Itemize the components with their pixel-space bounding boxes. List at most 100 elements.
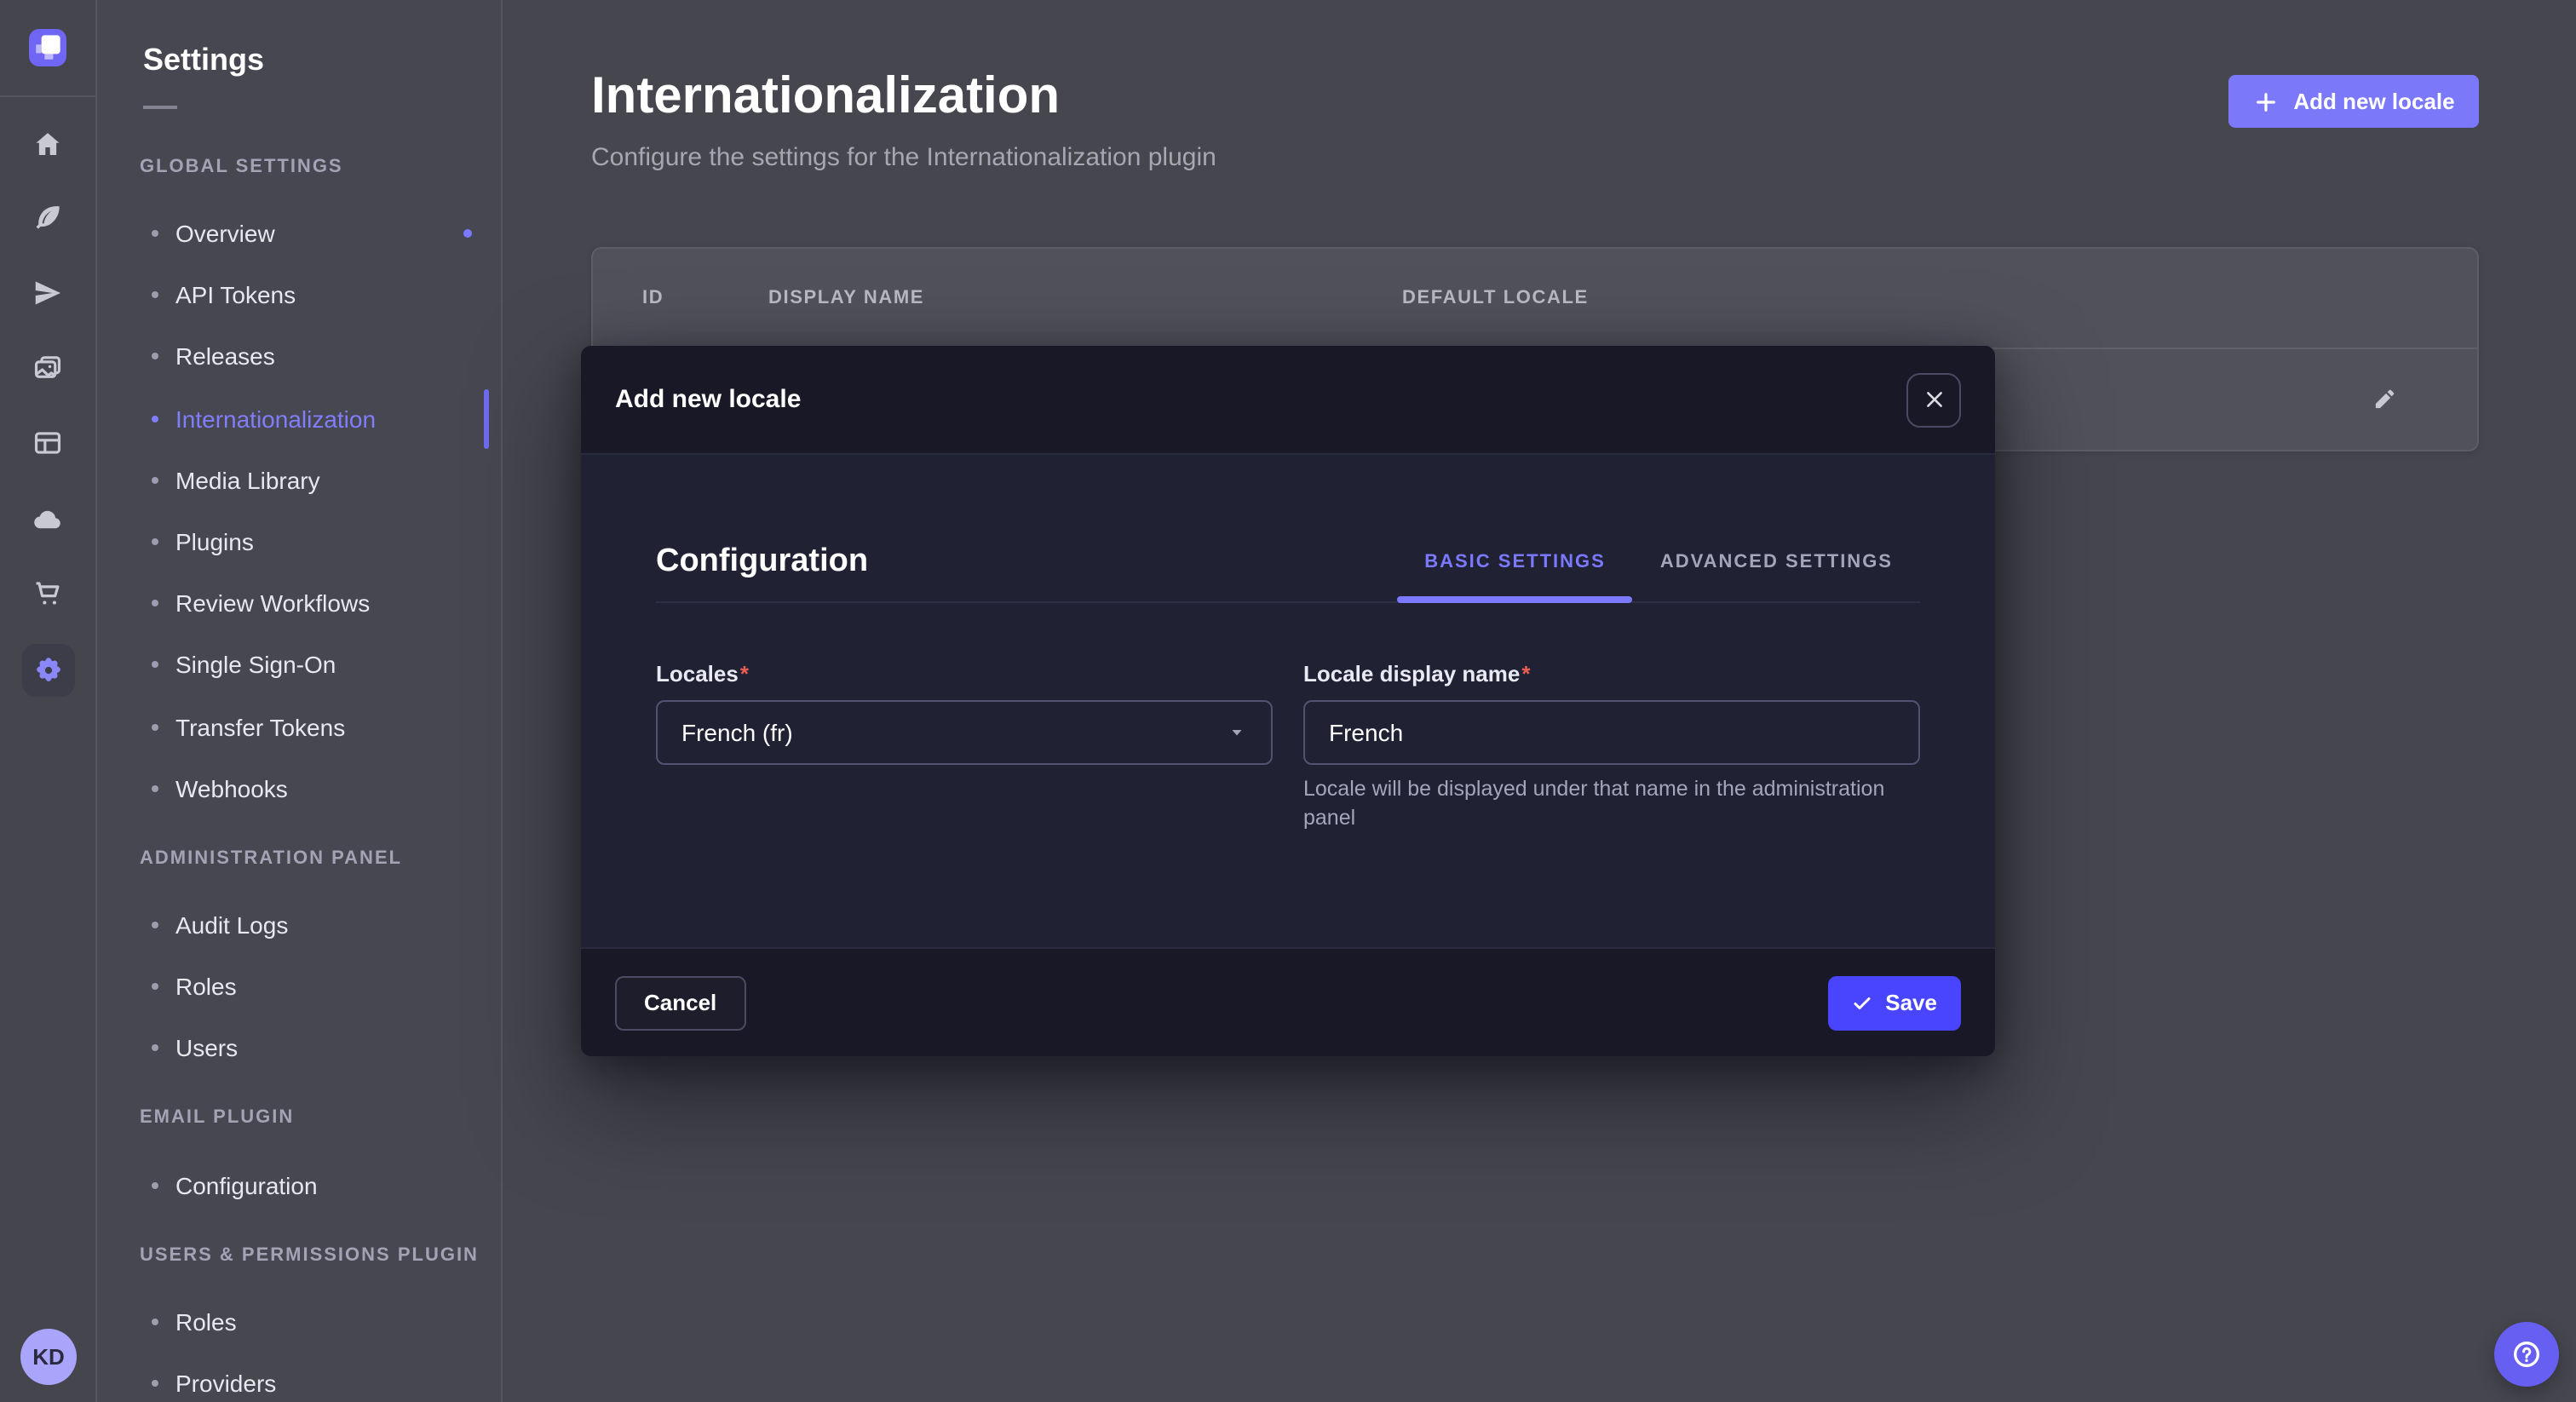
close-icon [1923, 388, 1945, 411]
display-name-input[interactable] [1303, 700, 1920, 765]
locales-select-value: French (fr) [681, 719, 793, 746]
sidebar-item-roles[interactable]: Roles [97, 1290, 501, 1352]
settings-tabs: BASIC SETTINGS ADVANCED SETTINGS [1397, 542, 1920, 583]
bullet-icon [152, 477, 158, 484]
locales-field: Locales* French (fr) [656, 661, 1273, 833]
required-asterisk: * [740, 661, 749, 687]
cancel-button[interactable]: Cancel [615, 975, 745, 1030]
feather-icon[interactable] [32, 202, 64, 234]
app-window: KD Settings GLOBAL SETTINGSOverviewAPI T… [0, 0, 2576, 1402]
display-name-hint: Locale will be displayed under that name… [1303, 775, 1920, 833]
sidebar-item-roles[interactable]: Roles [97, 956, 501, 1017]
sidebar-item-label: Releases [175, 343, 275, 371]
sidebar-item-single-sign-on[interactable]: Single Sign-On [97, 635, 501, 696]
sidebar-item-label: Transfer Tokens [175, 713, 345, 740]
sidebar-title: Settings [97, 0, 501, 78]
nav-section-email-plugin: EMAIL PLUGIN [97, 1100, 501, 1137]
save-label: Save [1885, 990, 1937, 1015]
sidebar-item-users[interactable]: Users [97, 1018, 501, 1079]
bullet-icon [152, 415, 158, 422]
nav-section-items: RolesProviders [97, 1290, 501, 1402]
add-new-locale-label: Add new locale [2293, 89, 2454, 114]
sidebar-item-label: API Tokens [175, 282, 296, 309]
bullet-icon [152, 785, 158, 792]
configuration-heading: Configuration [656, 543, 868, 581]
avatar[interactable]: KD [20, 1329, 77, 1385]
sidebar-item-label: Review Workflows [175, 589, 370, 617]
sidebar-item-api-tokens[interactable]: API Tokens [97, 264, 501, 325]
tab-advanced-settings[interactable]: ADVANCED SETTINGS [1633, 542, 1920, 583]
settings-gear-icon[interactable] [22, 644, 75, 697]
nav-section-items: Overview API Tokens Releases Internationali… [97, 203, 501, 819]
nav-section-items: Audit Logs Roles Users [97, 894, 501, 1079]
nav-section-items: Configuration [97, 1154, 501, 1215]
column-header-default-locale: DEFAULT LOCALE [1402, 288, 1589, 308]
help-button[interactable] [2494, 1322, 2559, 1387]
edit-locale-button[interactable] [2365, 381, 2402, 418]
icon-rail: KD [0, 0, 97, 1402]
locales-label: Locales* [656, 661, 1273, 688]
sidebar-item-releases[interactable]: Releases [97, 326, 501, 388]
sidebar-item-label: Configuration [175, 1171, 318, 1198]
strapi-logo-icon [29, 29, 66, 66]
required-asterisk: * [1521, 661, 1530, 687]
cart-icon[interactable] [32, 577, 64, 609]
sidebar-item-media-library[interactable]: Media Library [97, 450, 501, 511]
modal-header: Add new locale [581, 346, 1995, 455]
sidebar-item-label: Overview [175, 220, 275, 247]
send-icon[interactable] [32, 277, 64, 309]
plus-icon [2252, 88, 2280, 115]
bullet-icon [152, 1181, 158, 1188]
bullet-icon [152, 1380, 158, 1387]
modal-body: Configuration BASIC SETTINGS ADVANCED SE… [581, 542, 1995, 833]
page-subtitle: Configure the settings for the Internati… [591, 143, 1216, 172]
nav-section-users-permissions-plugin: USERS & PERMISSIONS PLUGIN [97, 1236, 501, 1273]
nav-section-administration-panel: ADMINISTRATION PANEL [97, 840, 501, 877]
sidebar-item-providers[interactable]: Providers [97, 1353, 501, 1402]
sidebar-item-label: Audit Logs [175, 911, 288, 939]
tabs-divider [656, 601, 1920, 603]
display-name-field: Locale display name* Locale will be disp… [1303, 661, 1920, 833]
locales-select[interactable]: French (fr) [656, 700, 1273, 765]
table-header-row: ID DISPLAY NAME DEFAULT LOCALE [593, 249, 2477, 349]
sidebar-item-plugins[interactable]: Plugins [97, 511, 501, 572]
sidebar-item-review-workflows[interactable]: Review Workflows [97, 572, 501, 634]
notification-dot [463, 229, 472, 238]
sidebar-item-configuration[interactable]: Configuration [97, 1154, 501, 1215]
cloud-icon[interactable] [32, 503, 64, 536]
bullet-icon [152, 723, 158, 730]
display-name-label: Locale display name* [1303, 661, 1920, 688]
edit-icon [2371, 387, 2396, 412]
active-indicator [484, 388, 489, 448]
sidebar-item-audit-logs[interactable]: Audit Logs [97, 894, 501, 956]
save-button[interactable]: Save [1827, 975, 1961, 1030]
bullet-icon [152, 353, 158, 360]
bullet-icon [152, 983, 158, 990]
modal-footer: Cancel Save [581, 947, 1995, 1056]
strapi-logo[interactable] [29, 29, 66, 66]
sidebar-item-label: Users [175, 1035, 238, 1062]
bullet-icon [152, 292, 158, 299]
sidebar-item-label: Plugins [175, 528, 254, 555]
add-new-locale-button[interactable]: Add new locale [2228, 75, 2479, 128]
tab-basic-settings[interactable]: BASIC SETTINGS [1397, 542, 1633, 583]
sidebar-item-overview[interactable]: Overview [97, 203, 501, 264]
images-icon[interactable] [32, 352, 64, 384]
bullet-icon [152, 230, 158, 237]
close-button[interactable] [1906, 372, 1961, 427]
sidebar-item-webhooks[interactable]: Webhooks [97, 757, 501, 819]
sidebar-item-internationalization[interactable]: Internationalization [97, 388, 501, 449]
check-icon [1851, 992, 1872, 1013]
add-locale-modal: Add new locale Configuration BASIC SETTI… [581, 346, 1995, 1056]
sidebar-item-label: Media Library [175, 467, 320, 494]
help-icon [2510, 1337, 2544, 1371]
rail-divider [0, 95, 95, 97]
sidebar-item-label: Roles [175, 973, 237, 1000]
column-header-display-name: DISPLAY NAME [768, 288, 924, 308]
layout-icon[interactable] [32, 427, 64, 459]
bullet-icon [152, 1045, 158, 1052]
home-icon[interactable] [32, 129, 64, 161]
page-title: Internationalization [591, 68, 1060, 126]
bullet-icon [152, 1318, 158, 1324]
sidebar-item-transfer-tokens[interactable]: Transfer Tokens [97, 696, 501, 757]
